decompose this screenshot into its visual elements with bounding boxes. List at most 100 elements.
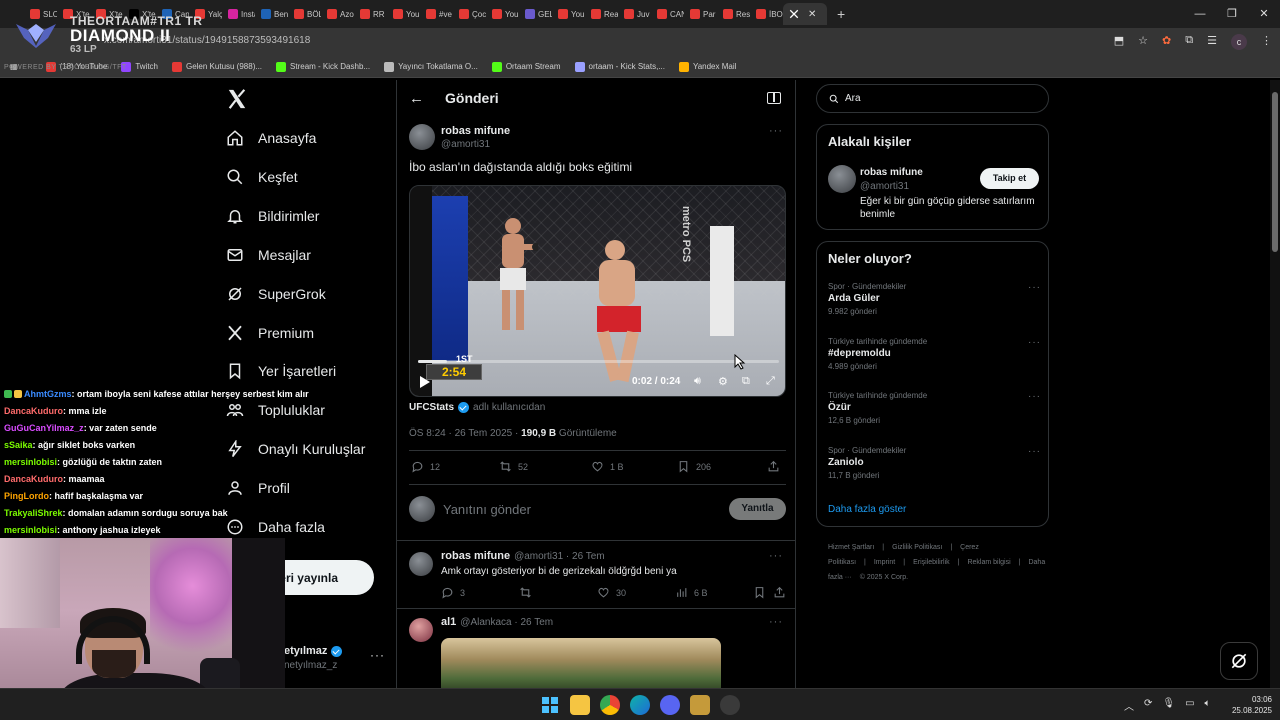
views-action[interactable]: 6 B	[675, 586, 708, 599]
nav-item-6[interactable]: Premium	[226, 318, 314, 348]
browser-tab[interactable]: Juv	[618, 3, 651, 25]
like-action[interactable]: 1 B	[591, 460, 624, 473]
footer-link[interactable]: Erişilebilirlik	[913, 559, 950, 566]
reply-action[interactable]: 3	[441, 586, 465, 599]
page-scrollbar[interactable]	[1270, 80, 1280, 690]
bookmark-item[interactable]: Yandex Mail	[673, 61, 742, 72]
maximize-button[interactable]: ❐	[1216, 0, 1248, 28]
reader-mode-icon[interactable]	[767, 92, 781, 104]
bookmark-action[interactable]: 206	[677, 460, 711, 473]
edge-icon[interactable]	[630, 695, 650, 715]
nav-item-2[interactable]: Keşfet	[226, 162, 298, 192]
share-action[interactable]	[773, 586, 786, 599]
footer-link[interactable]: Hizmet Şartları	[828, 544, 874, 551]
relevant-avatar[interactable]	[828, 165, 856, 193]
bookmark-action[interactable]	[753, 586, 766, 599]
nav-item-7[interactable]: Yer İşaretleri	[226, 356, 336, 386]
reply-avatar[interactable]	[409, 552, 433, 576]
steam-icon[interactable]	[720, 695, 740, 715]
discord-icon[interactable]	[660, 695, 680, 715]
x-home-logo-icon[interactable]	[226, 88, 248, 110]
author-name[interactable]: robas mifune	[441, 125, 510, 137]
grok-button[interactable]	[1220, 642, 1258, 680]
minimize-button[interactable]: —	[1184, 0, 1216, 28]
chevron-up-icon[interactable]: ︿	[1124, 698, 1134, 713]
follow-button[interactable]: Takip et	[980, 168, 1039, 189]
reply-avatar[interactable]	[409, 618, 433, 642]
reply-action[interactable]: 12	[411, 460, 440, 473]
bookmark-item[interactable]: Ortaam Stream	[486, 61, 567, 72]
sync-icon[interactable]: ⟳	[1144, 698, 1152, 713]
microphone-icon[interactable]: 🎙︎	[1162, 698, 1175, 713]
nav-item-1[interactable]: Anasayfa	[226, 123, 316, 153]
tab-search-icon[interactable]: ☰	[1207, 34, 1217, 50]
scroll-thumb[interactable]	[1272, 92, 1278, 252]
account-name[interactable]: etyılmaz	[284, 645, 343, 657]
video-source[interactable]: UFCStats adlı kullanıcıdan	[409, 402, 545, 413]
like-action[interactable]: 30	[597, 586, 626, 599]
browser-tab[interactable]: Insta	[222, 3, 255, 25]
repost-action[interactable]: 52	[499, 460, 528, 473]
trend-more-icon[interactable]: ···	[1028, 391, 1041, 402]
nav-item-5[interactable]: SuperGrok	[226, 279, 326, 309]
nav-item-3[interactable]: Bildirimler	[226, 201, 319, 231]
author-avatar[interactable]	[409, 124, 435, 150]
browser-tab[interactable]: Beni	[255, 3, 288, 25]
reply-tweet[interactable]: al1 @Alankaca · 26 Tem ···	[397, 612, 795, 692]
browser-tab[interactable]: You	[387, 3, 420, 25]
trend-item[interactable]: Türkiye tarihinde gündemde #depremoldu 4.9…	[828, 337, 1043, 371]
browser-tab[interactable]: CAN	[651, 3, 684, 25]
picture-in-picture-icon[interactable]: ⧉	[742, 375, 750, 388]
author-handle[interactable]: @amorti31	[441, 139, 490, 150]
reply-author-name[interactable]: robas mifune	[441, 550, 510, 562]
browser-tab[interactable]: Çoc	[453, 3, 486, 25]
footer-link[interactable]: Imprint	[874, 559, 895, 566]
show-more-link[interactable]: Daha fazla göster	[828, 504, 906, 515]
repost-action[interactable]	[519, 586, 532, 599]
browser-tab[interactable]: You	[486, 3, 519, 25]
browser-tab[interactable]: Res	[717, 3, 750, 25]
bookmark-item[interactable]: Yayıncı Tokatlama O...	[378, 61, 484, 72]
browser-tab[interactable]: İBO	[750, 3, 783, 25]
app-icon[interactable]	[690, 695, 710, 715]
profile-avatar[interactable]: c	[1231, 34, 1247, 50]
trend-more-icon[interactable]: ···	[1028, 282, 1041, 293]
search-input[interactable]: Ara	[845, 93, 861, 104]
extensions-puzzle-icon[interactable]: ⧉	[1185, 34, 1193, 50]
clock[interactable]: 03:06 25.08.2025	[1228, 694, 1272, 716]
footer-link[interactable]: Gizlilik Politikası	[892, 544, 942, 551]
active-tab[interactable]: ✕	[783, 3, 827, 25]
browser-tab[interactable]: Rea	[585, 3, 618, 25]
search-bar[interactable]: Ara	[816, 84, 1049, 113]
trend-item[interactable]: Spor · Gündemdekiler Zaniolo 11,7 B gönder…	[828, 446, 1043, 480]
relevant-name[interactable]: robas mifune	[860, 167, 923, 178]
account-more-icon[interactable]: ···	[370, 648, 385, 662]
new-tab-button[interactable]: +	[837, 6, 845, 22]
tab-close-icon[interactable]: ✕	[808, 9, 816, 20]
file-explorer-icon[interactable]	[570, 695, 590, 715]
trend-more-icon[interactable]: ···	[1028, 446, 1041, 457]
fullscreen-icon[interactable]: ⤢	[766, 375, 775, 388]
browser-tab[interactable]: You	[552, 3, 585, 25]
browser-tab[interactable]: RR	[354, 3, 387, 25]
video-player[interactable]: metro PCS 1ST 2:54 0:02 / 0:24 🔊︎ ⚙ ⧉ ⤢	[409, 185, 786, 397]
reply-more-icon[interactable]: ···	[769, 550, 783, 562]
extension-icon[interactable]: ✿	[1162, 34, 1171, 50]
install-app-icon[interactable]: ⬒	[1114, 34, 1124, 50]
bookmark-item[interactable]: ortaam - Kick Stats,...	[569, 61, 671, 72]
bookmark-star-icon[interactable]: ☆	[1138, 34, 1148, 50]
back-arrow-icon[interactable]: ←	[409, 90, 424, 107]
browser-tab[interactable]: BÖL	[288, 3, 321, 25]
browser-tab[interactable]: Par	[684, 3, 717, 25]
share-action[interactable]	[767, 460, 780, 473]
reply-more-icon[interactable]: ···	[769, 616, 783, 628]
trend-more-icon[interactable]: ···	[1028, 337, 1041, 348]
close-window-button[interactable]: ✕	[1248, 0, 1280, 28]
display-icon[interactable]: ▭	[1185, 698, 1194, 713]
volume-icon[interactable]: 🔊︎	[694, 375, 701, 388]
reply-author-name[interactable]: al1	[441, 616, 456, 628]
trend-item[interactable]: Spor · Gündemdekiler Arda Güler 9.982 gönd…	[828, 282, 1043, 316]
browser-tab[interactable]: Azo	[321, 3, 354, 25]
settings-gear-icon[interactable]: ⚙	[718, 375, 728, 388]
speaker-icon[interactable]: 🔈︎	[1205, 698, 1211, 713]
